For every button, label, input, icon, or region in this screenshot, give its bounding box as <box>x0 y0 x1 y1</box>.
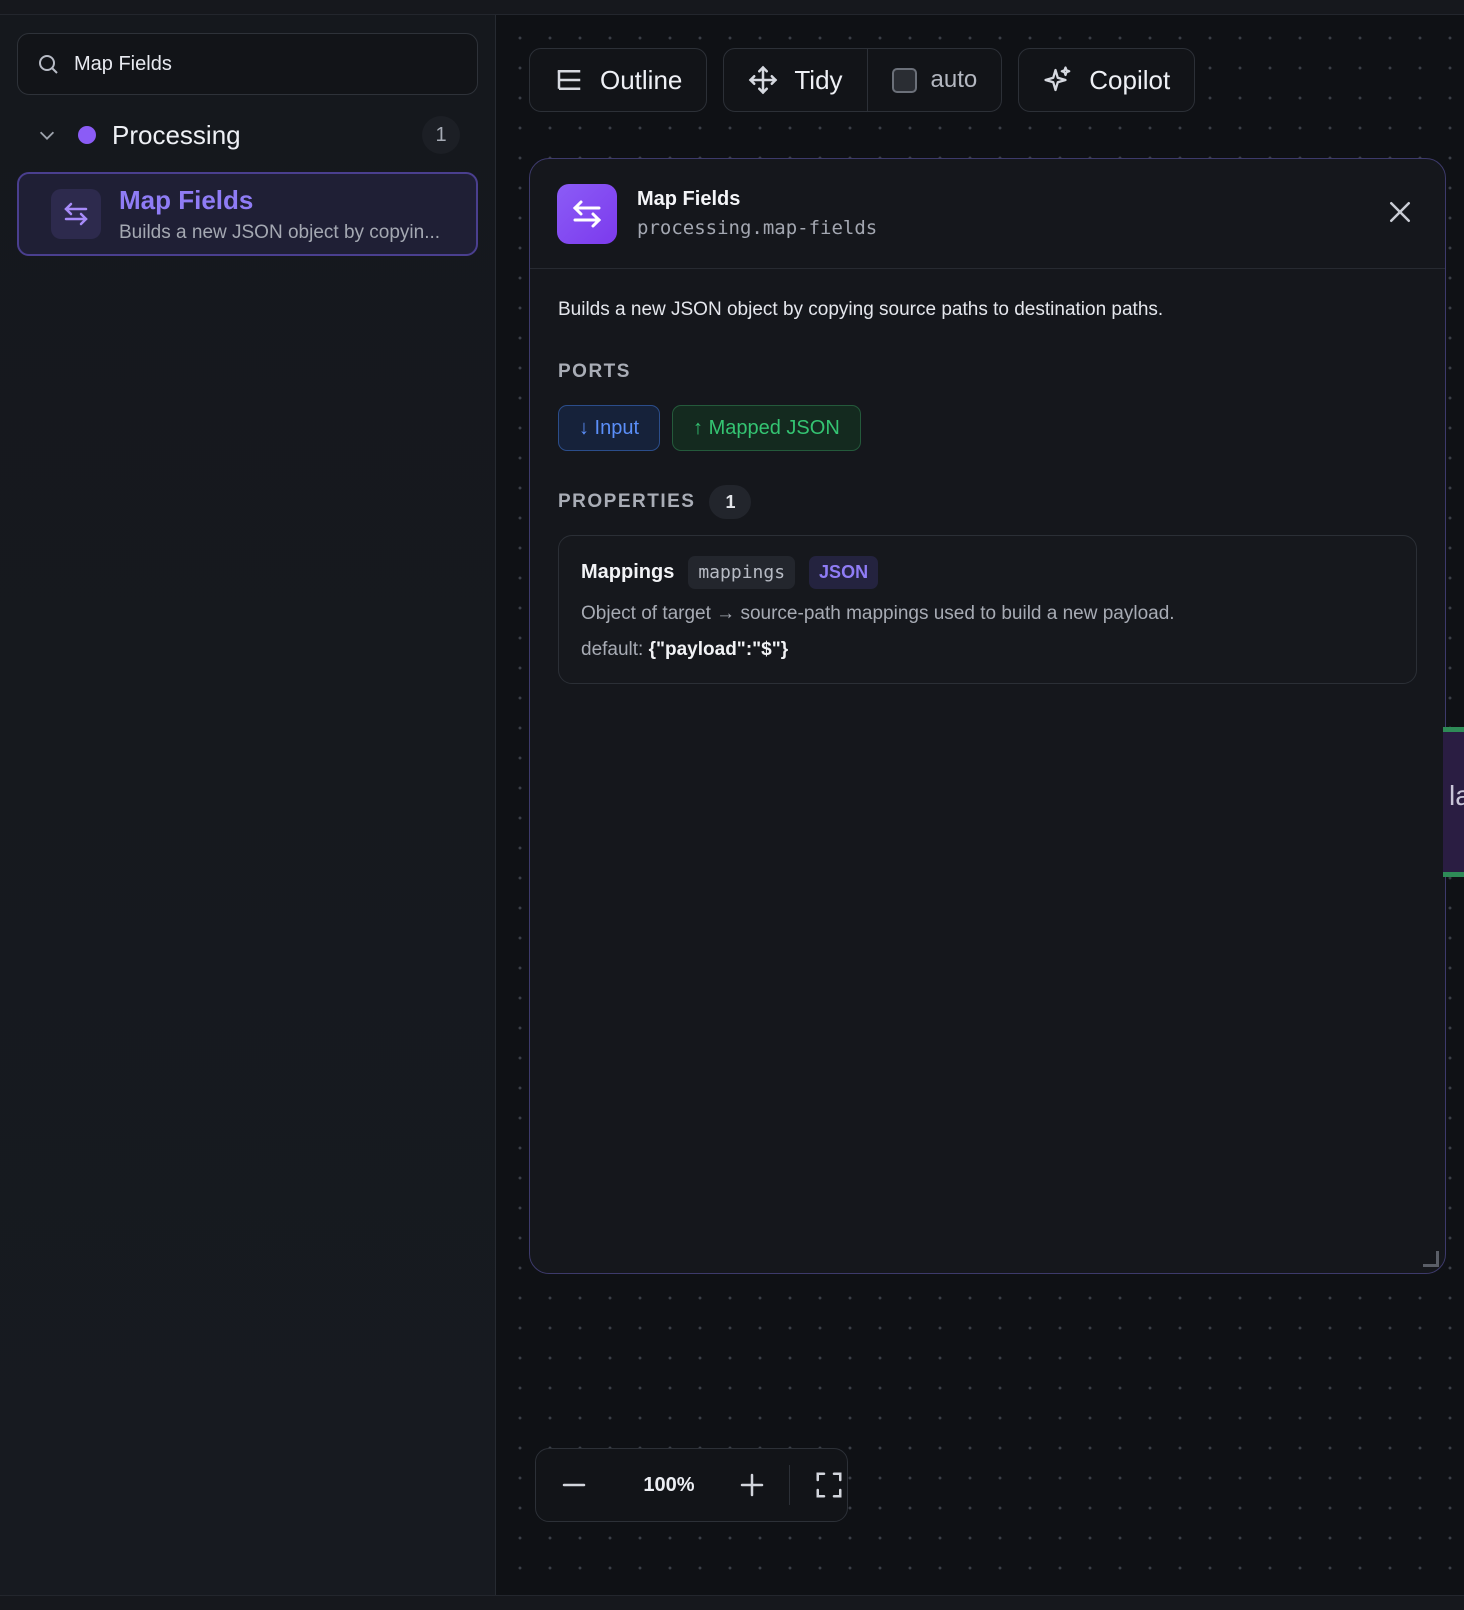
copilot-button[interactable]: Copilot <box>1018 48 1196 112</box>
panel-node-id: processing.map-fields <box>637 217 878 239</box>
sparkles-icon <box>1044 66 1071 92</box>
property-type-badge: JSON <box>809 556 879 589</box>
tidy-label: Tidy <box>794 64 843 95</box>
bottom-bar <box>0 1595 1464 1610</box>
close-icon[interactable] <box>1385 197 1415 227</box>
panel-header: Map Fields processing.map-fields <box>530 159 1445 269</box>
partial-canvas-node[interactable]: la <box>1443 727 1464 877</box>
zoom-level: 100% <box>643 1473 695 1496</box>
sidebar: Map Fields Processing 1 Map Fields Build… <box>0 15 496 1595</box>
zoom-divider <box>789 1465 790 1505</box>
group-label: Processing <box>112 119 241 150</box>
auto-toggle[interactable]: auto <box>866 49 1002 111</box>
outline-button[interactable]: Outline <box>529 48 708 112</box>
flow-canvas[interactable]: Outline Tidy auto Copilot Map Fields pro… <box>497 15 1464 1595</box>
top-bar <box>0 0 1464 15</box>
chevron-down-icon[interactable] <box>36 124 58 146</box>
node-details-panel: Map Fields processing.map-fields Builds … <box>529 158 1446 1274</box>
zoom-in-icon[interactable] <box>737 1470 767 1500</box>
copilot-label: Copilot <box>1089 64 1171 95</box>
sidebar-item-title: Map Fields <box>119 184 254 215</box>
search-input[interactable]: Map Fields <box>17 33 478 95</box>
partial-node-label: la <box>1449 780 1464 811</box>
outline-label: Outline <box>600 64 683 95</box>
default-value: {"payload":"$"} <box>648 639 789 660</box>
zoom-controls: 100% <box>535 1448 848 1522</box>
group-processing[interactable]: Processing 1 <box>17 113 478 157</box>
default-label: default: <box>581 639 644 660</box>
arrows-left-right-icon <box>557 183 617 244</box>
property-card: Mappings mappings JSON Object of target … <box>558 535 1417 684</box>
resize-handle[interactable] <box>1423 1251 1439 1267</box>
tidy-group: Tidy auto <box>723 48 1003 112</box>
property-description: Object of target → source-path mappings … <box>581 603 1175 624</box>
search-value: Map Fields <box>74 52 172 75</box>
move-icon <box>749 65 778 95</box>
zoom-out-icon[interactable] <box>559 1470 589 1500</box>
outline-icon <box>557 70 581 90</box>
category-dot <box>78 126 96 144</box>
canvas-toolbar: Outline Tidy auto Copilot <box>529 48 1196 112</box>
fit-view-icon[interactable] <box>814 1470 844 1500</box>
ports-list: ↓ Input ↑ Mapped JSON <box>558 405 1417 451</box>
group-count-badge: 1 <box>422 116 460 154</box>
port-input[interactable]: ↓ Input <box>558 405 661 451</box>
panel-title: Map Fields <box>637 188 741 210</box>
ports-heading: PORTS <box>558 361 631 382</box>
node-description: Builds a new JSON object by copying sour… <box>558 299 1164 320</box>
sidebar-item-map-fields[interactable]: Map Fields Builds a new JSON object by c… <box>17 172 478 256</box>
auto-checkbox[interactable] <box>891 67 917 93</box>
properties-heading: PROPERTIES 1 <box>558 485 1417 519</box>
search-icon <box>39 55 58 74</box>
sidebar-item-description: Builds a new JSON object by copyin... <box>119 221 441 243</box>
properties-count-badge: 1 <box>709 485 752 519</box>
port-output[interactable]: ↑ Mapped JSON <box>672 405 861 451</box>
auto-label: auto <box>930 66 978 93</box>
tidy-button[interactable]: Tidy <box>724 49 866 111</box>
property-default: default: {"payload":"$"} <box>581 639 1394 661</box>
property-name: Mappings <box>581 561 675 583</box>
arrows-left-right-icon <box>51 189 101 239</box>
property-key: mappings <box>688 556 796 589</box>
